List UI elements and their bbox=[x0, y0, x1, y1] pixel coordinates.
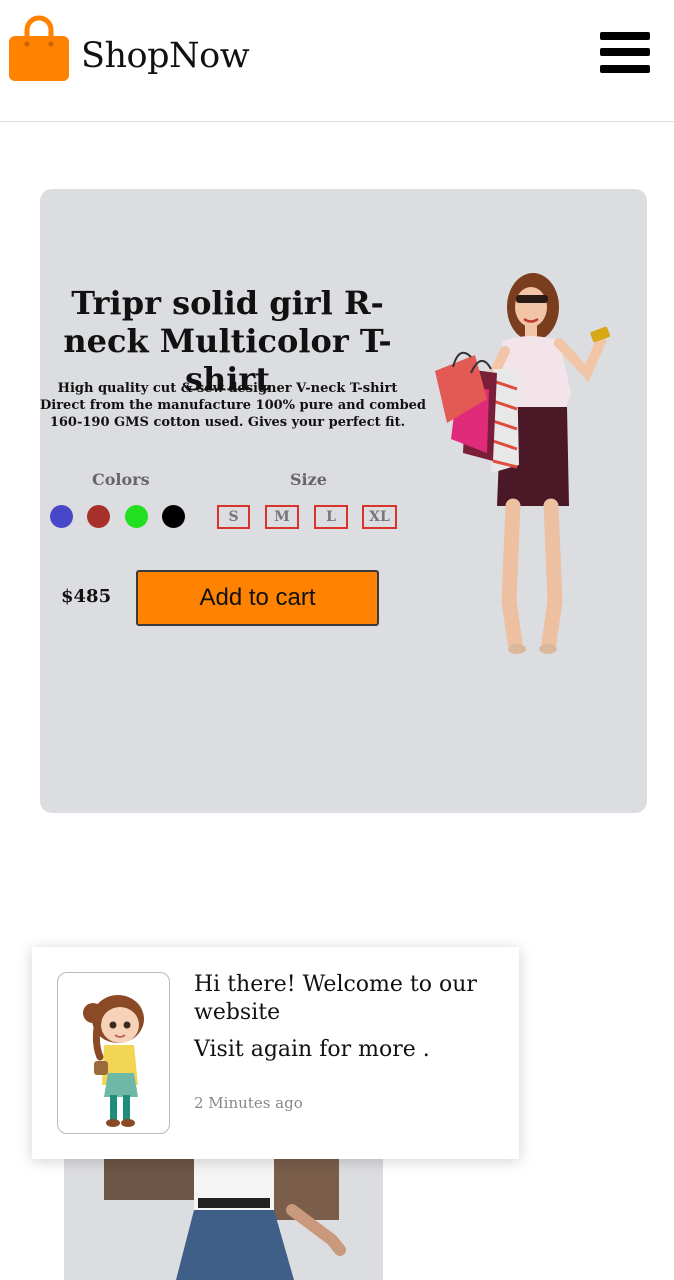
product-description: High quality cut & sew designer V-neck T… bbox=[40, 380, 427, 431]
toast-title: Hi there! Welcome to our website bbox=[194, 972, 477, 1025]
size-option-l[interactable]: L bbox=[314, 505, 348, 529]
color-swatch-red[interactable] bbox=[87, 505, 110, 528]
toast-subtitle: Visit again for more . bbox=[194, 1037, 430, 1062]
size-label: Size bbox=[290, 470, 327, 489]
product-price: $485 bbox=[61, 586, 112, 607]
colors-label: Colors bbox=[92, 470, 150, 489]
size-option-m[interactable]: M bbox=[265, 505, 299, 529]
cartoon-girl-icon bbox=[83, 995, 144, 1127]
second-product-image bbox=[64, 1140, 383, 1280]
description-line: Direct from the manufacture 100% pure an… bbox=[40, 398, 427, 413]
model-shopping-bags-image bbox=[435, 273, 610, 654]
product-card: Tripr solid girl R-neck Multicolor T-shi… bbox=[40, 189, 647, 813]
shopping-bag-icon[interactable] bbox=[8, 14, 70, 82]
description-line: 160-190 GMS cotton used. Gives your perf… bbox=[49, 415, 406, 430]
color-swatch-green[interactable] bbox=[125, 505, 148, 528]
size-option-s[interactable]: S bbox=[217, 505, 250, 529]
header: ShopNow bbox=[0, 0, 674, 122]
welcome-toast[interactable]: Hi there! Welcome to our website Visit a… bbox=[32, 947, 519, 1159]
add-to-cart-button[interactable]: Add to cart bbox=[136, 570, 379, 626]
description-line: High quality cut & sew designer V-neck T… bbox=[57, 381, 398, 396]
size-option-xl[interactable]: XL bbox=[362, 505, 397, 529]
color-swatch-blue[interactable] bbox=[50, 505, 73, 528]
color-swatch-black[interactable] bbox=[162, 505, 185, 528]
hamburger-menu-icon[interactable] bbox=[600, 32, 652, 78]
brand-name[interactable]: ShopNow bbox=[81, 36, 250, 76]
toast-avatar bbox=[57, 972, 170, 1134]
toast-timestamp: 2 Minutes ago bbox=[194, 1094, 303, 1112]
